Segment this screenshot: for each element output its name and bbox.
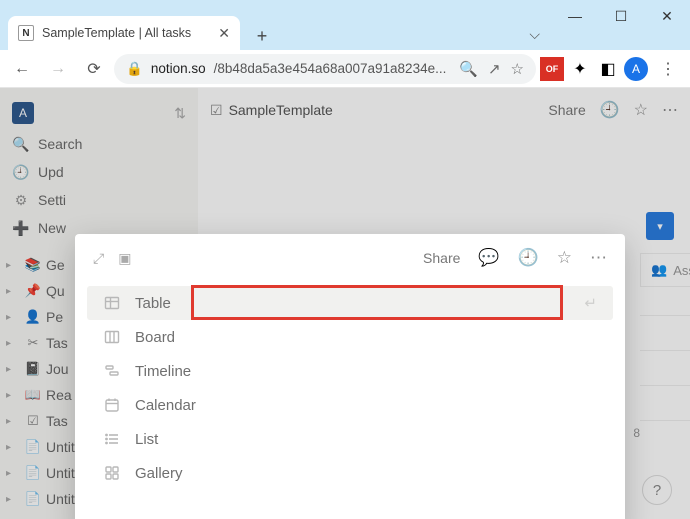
- view-type-popover: ⤢ ▣ Share 💬 🕘 ☆ ⋯ Table ↵ Board: [75, 234, 625, 519]
- new-tab-button[interactable]: +: [248, 22, 276, 50]
- view-option-label: List: [135, 431, 158, 448]
- browser-menu-icon[interactable]: ⋮: [652, 53, 684, 85]
- view-option-timeline[interactable]: Timeline: [87, 354, 613, 388]
- browser-toolbar: ← → ⟳ 🔒 notion.so/8b48da5a3e454a68a007a9…: [0, 50, 690, 88]
- bookmark-star-icon[interactable]: ☆: [511, 60, 524, 78]
- lock-icon: 🔒: [126, 61, 143, 77]
- popover-header: ⤢ ▣ Share 💬 🕘 ☆ ⋯: [75, 234, 625, 282]
- gallery-icon: [103, 465, 121, 481]
- reload-button[interactable]: ⟳: [78, 53, 110, 85]
- view-option-calendar[interactable]: Calendar: [87, 388, 613, 422]
- expand-icon[interactable]: ⤢: [93, 250, 104, 267]
- close-window-button[interactable]: ✕: [644, 0, 690, 32]
- address-bar[interactable]: 🔒 notion.so/8b48da5a3e454a68a007a91a8234…: [114, 54, 536, 84]
- view-option-label: Timeline: [135, 363, 191, 380]
- window-controls: — ☐ ✕: [552, 0, 690, 32]
- star-icon[interactable]: ☆: [557, 248, 572, 268]
- back-button[interactable]: ←: [6, 53, 38, 85]
- view-option-label: Board: [135, 329, 175, 346]
- profile-avatar[interactable]: A: [624, 57, 648, 81]
- extension-of[interactable]: OF: [540, 57, 564, 81]
- url-domain: notion.so: [151, 61, 206, 76]
- enter-icon: ↵: [584, 294, 597, 312]
- board-icon: [103, 329, 121, 345]
- comment-icon[interactable]: 💬: [478, 248, 499, 268]
- url-path: /8b48da5a3e454a68a007a91a8234e...: [214, 61, 447, 76]
- table-icon: [103, 295, 121, 311]
- sidepanel-icon[interactable]: ◧: [596, 57, 620, 81]
- list-icon: [103, 431, 121, 447]
- forward-button[interactable]: →: [42, 53, 74, 85]
- view-option-list[interactable]: List: [87, 422, 613, 456]
- view-option-table[interactable]: Table ↵: [87, 286, 613, 320]
- clock-icon[interactable]: 🕘: [518, 248, 539, 268]
- view-option-label: Gallery: [135, 465, 183, 482]
- timeline-icon: [103, 363, 121, 379]
- view-option-label: Table: [135, 295, 171, 312]
- view-option-board[interactable]: Board: [87, 320, 613, 354]
- tab-close-icon[interactable]: ✕: [218, 25, 230, 42]
- view-option-gallery[interactable]: Gallery: [87, 456, 613, 490]
- view-type-list: Table ↵ Board Timeline Calendar List: [75, 282, 625, 494]
- popover-share-button[interactable]: Share: [423, 250, 460, 266]
- calendar-icon: [103, 397, 121, 413]
- maximize-button[interactable]: ☐: [598, 0, 644, 32]
- tab-title: SampleTemplate | All tasks: [42, 26, 210, 40]
- tabs-overflow-icon[interactable]: ⌵: [529, 26, 540, 43]
- minimize-button[interactable]: —: [552, 0, 598, 32]
- peek-icon[interactable]: ▣: [118, 250, 131, 267]
- extensions-icon[interactable]: ✦: [568, 57, 592, 81]
- browser-tab[interactable]: N SampleTemplate | All tasks ✕: [8, 16, 240, 50]
- search-icon[interactable]: 🔍: [459, 60, 478, 78]
- view-option-label: Calendar: [135, 397, 196, 414]
- share-url-icon[interactable]: ↗: [488, 60, 501, 78]
- notion-favicon: N: [18, 25, 34, 41]
- notion-app: A ⇅ 🔍Search 🕘Upd ⚙Setti ➕New ▸📚Ge ▸📌Qu ▸…: [0, 88, 690, 519]
- more-icon[interactable]: ⋯: [590, 248, 607, 268]
